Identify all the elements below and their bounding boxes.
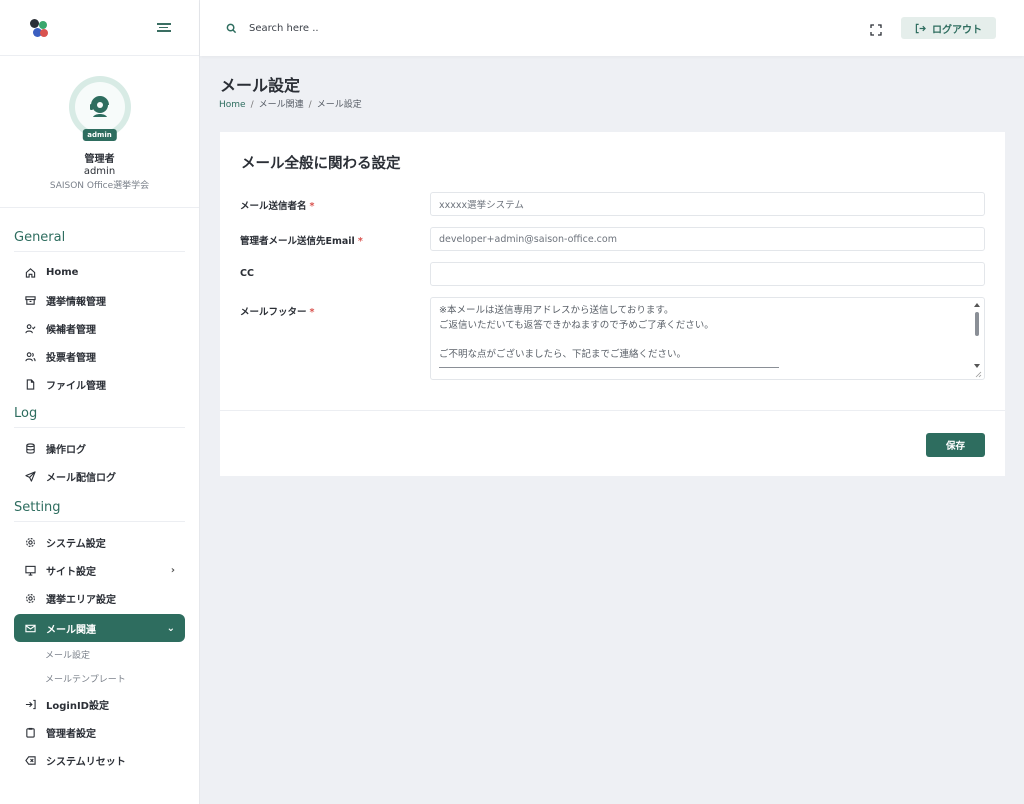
- nav-heading-log: Log: [14, 406, 185, 428]
- breadcrumb: Home / メール関連 / メール設定: [219, 97, 362, 110]
- breadcrumb-mail[interactable]: メール関連: [259, 100, 304, 110]
- submenu-item-mail-settings[interactable]: メール設定: [14, 642, 185, 666]
- breadcrumb-separator: /: [250, 100, 254, 110]
- sidebar-header: [0, 0, 199, 56]
- sidebar-item-admin-settings[interactable]: 管理者設定: [14, 718, 185, 746]
- mail-footer-textarea[interactable]: ※本メールは送信専用アドレスから送信しております。 ご返信いただいても返答できか…: [430, 297, 985, 380]
- app-logo[interactable]: [28, 17, 50, 39]
- nav-heading-setting: Setting: [14, 500, 185, 522]
- footer-line: ※本メールは送信専用アドレスから送信しております。: [439, 305, 674, 316]
- sidebar-item-files[interactable]: ファイル管理: [14, 370, 185, 398]
- file-icon: [24, 378, 36, 390]
- sidebar-item-site-settings[interactable]: サイト設定 ›: [14, 556, 185, 584]
- logout-label: ログアウト: [932, 24, 982, 36]
- sidebar-item-label: システム設定: [46, 538, 106, 550]
- sidebar-item-election-area[interactable]: 選挙エリア設定: [14, 584, 185, 612]
- fullscreen-icon[interactable]: [870, 21, 882, 36]
- footer-line: ご返信いただいても返答できかねますので予めご了承ください。: [439, 319, 714, 331]
- breadcrumb-current: メール設定: [316, 100, 362, 110]
- login-icon: [24, 698, 36, 710]
- sidebar-item-label: メール関連: [46, 624, 96, 636]
- search-input[interactable]: [249, 22, 449, 34]
- sidebar-item-mail-log[interactable]: メール配信ログ: [14, 462, 185, 490]
- sidebar-item-label: 選挙情報管理: [46, 296, 106, 308]
- sidebar-item-label: 選挙エリア設定: [46, 594, 116, 606]
- sender-name-label: メール送信者名 *: [240, 201, 315, 212]
- sidebar-item-candidates[interactable]: 候補者管理: [14, 314, 185, 342]
- profile-organization: SAISON Office選挙学会: [49, 181, 150, 191]
- breadcrumb-separator: /: [308, 100, 312, 110]
- sidebar-item-label: サイト設定: [46, 566, 96, 578]
- sidebar-item-label: システムリセット: [46, 756, 126, 768]
- gear-icon: [24, 536, 36, 548]
- home-icon: [24, 266, 36, 278]
- footer-line: [439, 333, 976, 348]
- logout-button[interactable]: ログアウト: [901, 17, 996, 39]
- sidebar-item-label: 候補者管理: [46, 324, 96, 336]
- sidebar-item-voters[interactable]: 投票者管理: [14, 342, 185, 370]
- admin-email-label: 管理者メール送信先Email *: [240, 236, 363, 247]
- avatar: admin: [68, 76, 131, 141]
- database-icon: [24, 442, 36, 454]
- chevron-down-icon: ⌄: [166, 622, 175, 634]
- sidebar-item-label: メール配信ログ: [46, 472, 116, 484]
- sender-name-field[interactable]: [430, 192, 985, 216]
- page-title: メール設定: [220, 76, 301, 95]
- archive-icon: [24, 294, 36, 306]
- sidebar-item-loginid[interactable]: LoginID設定: [14, 690, 185, 718]
- save-button[interactable]: 保存: [926, 433, 985, 457]
- sidebar-item-label: Home: [46, 266, 79, 278]
- users-icon: [24, 350, 36, 362]
- footer-separator: [439, 367, 779, 368]
- profile-panel: admin 管理者 admin SAISON Office選挙学会: [0, 56, 199, 208]
- profile-role: 管理者: [84, 154, 115, 165]
- logout-icon: [915, 23, 926, 33]
- sidebar-item-label: 操作ログ: [46, 444, 86, 456]
- sidebar-nav: General Home 選挙情報管理 候補者管理 投票者管理 ファイル管理 L…: [0, 230, 199, 774]
- sidebar-item-election-info[interactable]: 選挙情報管理: [14, 286, 185, 314]
- monitor-icon: [24, 564, 36, 576]
- search-bar: [226, 22, 449, 34]
- sidebar: admin 管理者 admin SAISON Office選挙学会 Genera…: [0, 0, 200, 804]
- footer-line: ご不明な点がございましたら、下記までご連絡ください。: [439, 348, 687, 360]
- avatar-badge: admin: [82, 129, 117, 141]
- support-agent-icon: [89, 96, 109, 117]
- breadcrumb-home[interactable]: Home: [219, 100, 246, 110]
- menu-toggle-icon[interactable]: [157, 21, 171, 34]
- send-icon: [24, 470, 36, 482]
- sidebar-item-label: LoginID設定: [46, 700, 109, 712]
- delete-icon: [24, 754, 36, 766]
- submenu-item-mail-templates[interactable]: メールテンプレート: [14, 666, 185, 690]
- mail-footer-label: メールフッター *: [240, 307, 315, 318]
- sidebar-item-home[interactable]: Home: [14, 258, 185, 286]
- cc-field[interactable]: [430, 262, 985, 286]
- mail-icon: [24, 622, 36, 634]
- sidebar-item-operation-log[interactable]: 操作ログ: [14, 434, 185, 462]
- mail-settings-card: メール全般に関わる設定 メール送信者名* 管理者メール送信先Email* CC …: [220, 132, 1005, 476]
- profile-username: admin: [83, 166, 116, 177]
- topbar: ログアウト: [200, 0, 1024, 56]
- user-check-icon: [24, 322, 36, 334]
- search-icon[interactable]: [226, 23, 237, 34]
- nav-heading-general: General: [14, 230, 185, 252]
- sidebar-item-label: 投票者管理: [46, 352, 96, 364]
- admin-email-field[interactable]: [430, 227, 985, 251]
- sidebar-item-system-settings[interactable]: システム設定: [14, 528, 185, 556]
- textarea-scrollbar[interactable]: [972, 300, 982, 378]
- gear-icon: [24, 592, 36, 604]
- clipboard-icon: [24, 726, 36, 738]
- cc-label: CC: [240, 268, 254, 279]
- card-divider: [220, 410, 1005, 411]
- sidebar-item-label: ファイル管理: [46, 380, 106, 392]
- sidebar-item-system-reset[interactable]: システムリセット: [14, 746, 185, 774]
- card-title: メール全般に関わる設定: [241, 156, 401, 172]
- chevron-right-icon: ›: [170, 564, 175, 576]
- sidebar-item-label: 管理者設定: [46, 728, 96, 740]
- sidebar-item-mail[interactable]: メール関連 ⌄: [14, 614, 185, 642]
